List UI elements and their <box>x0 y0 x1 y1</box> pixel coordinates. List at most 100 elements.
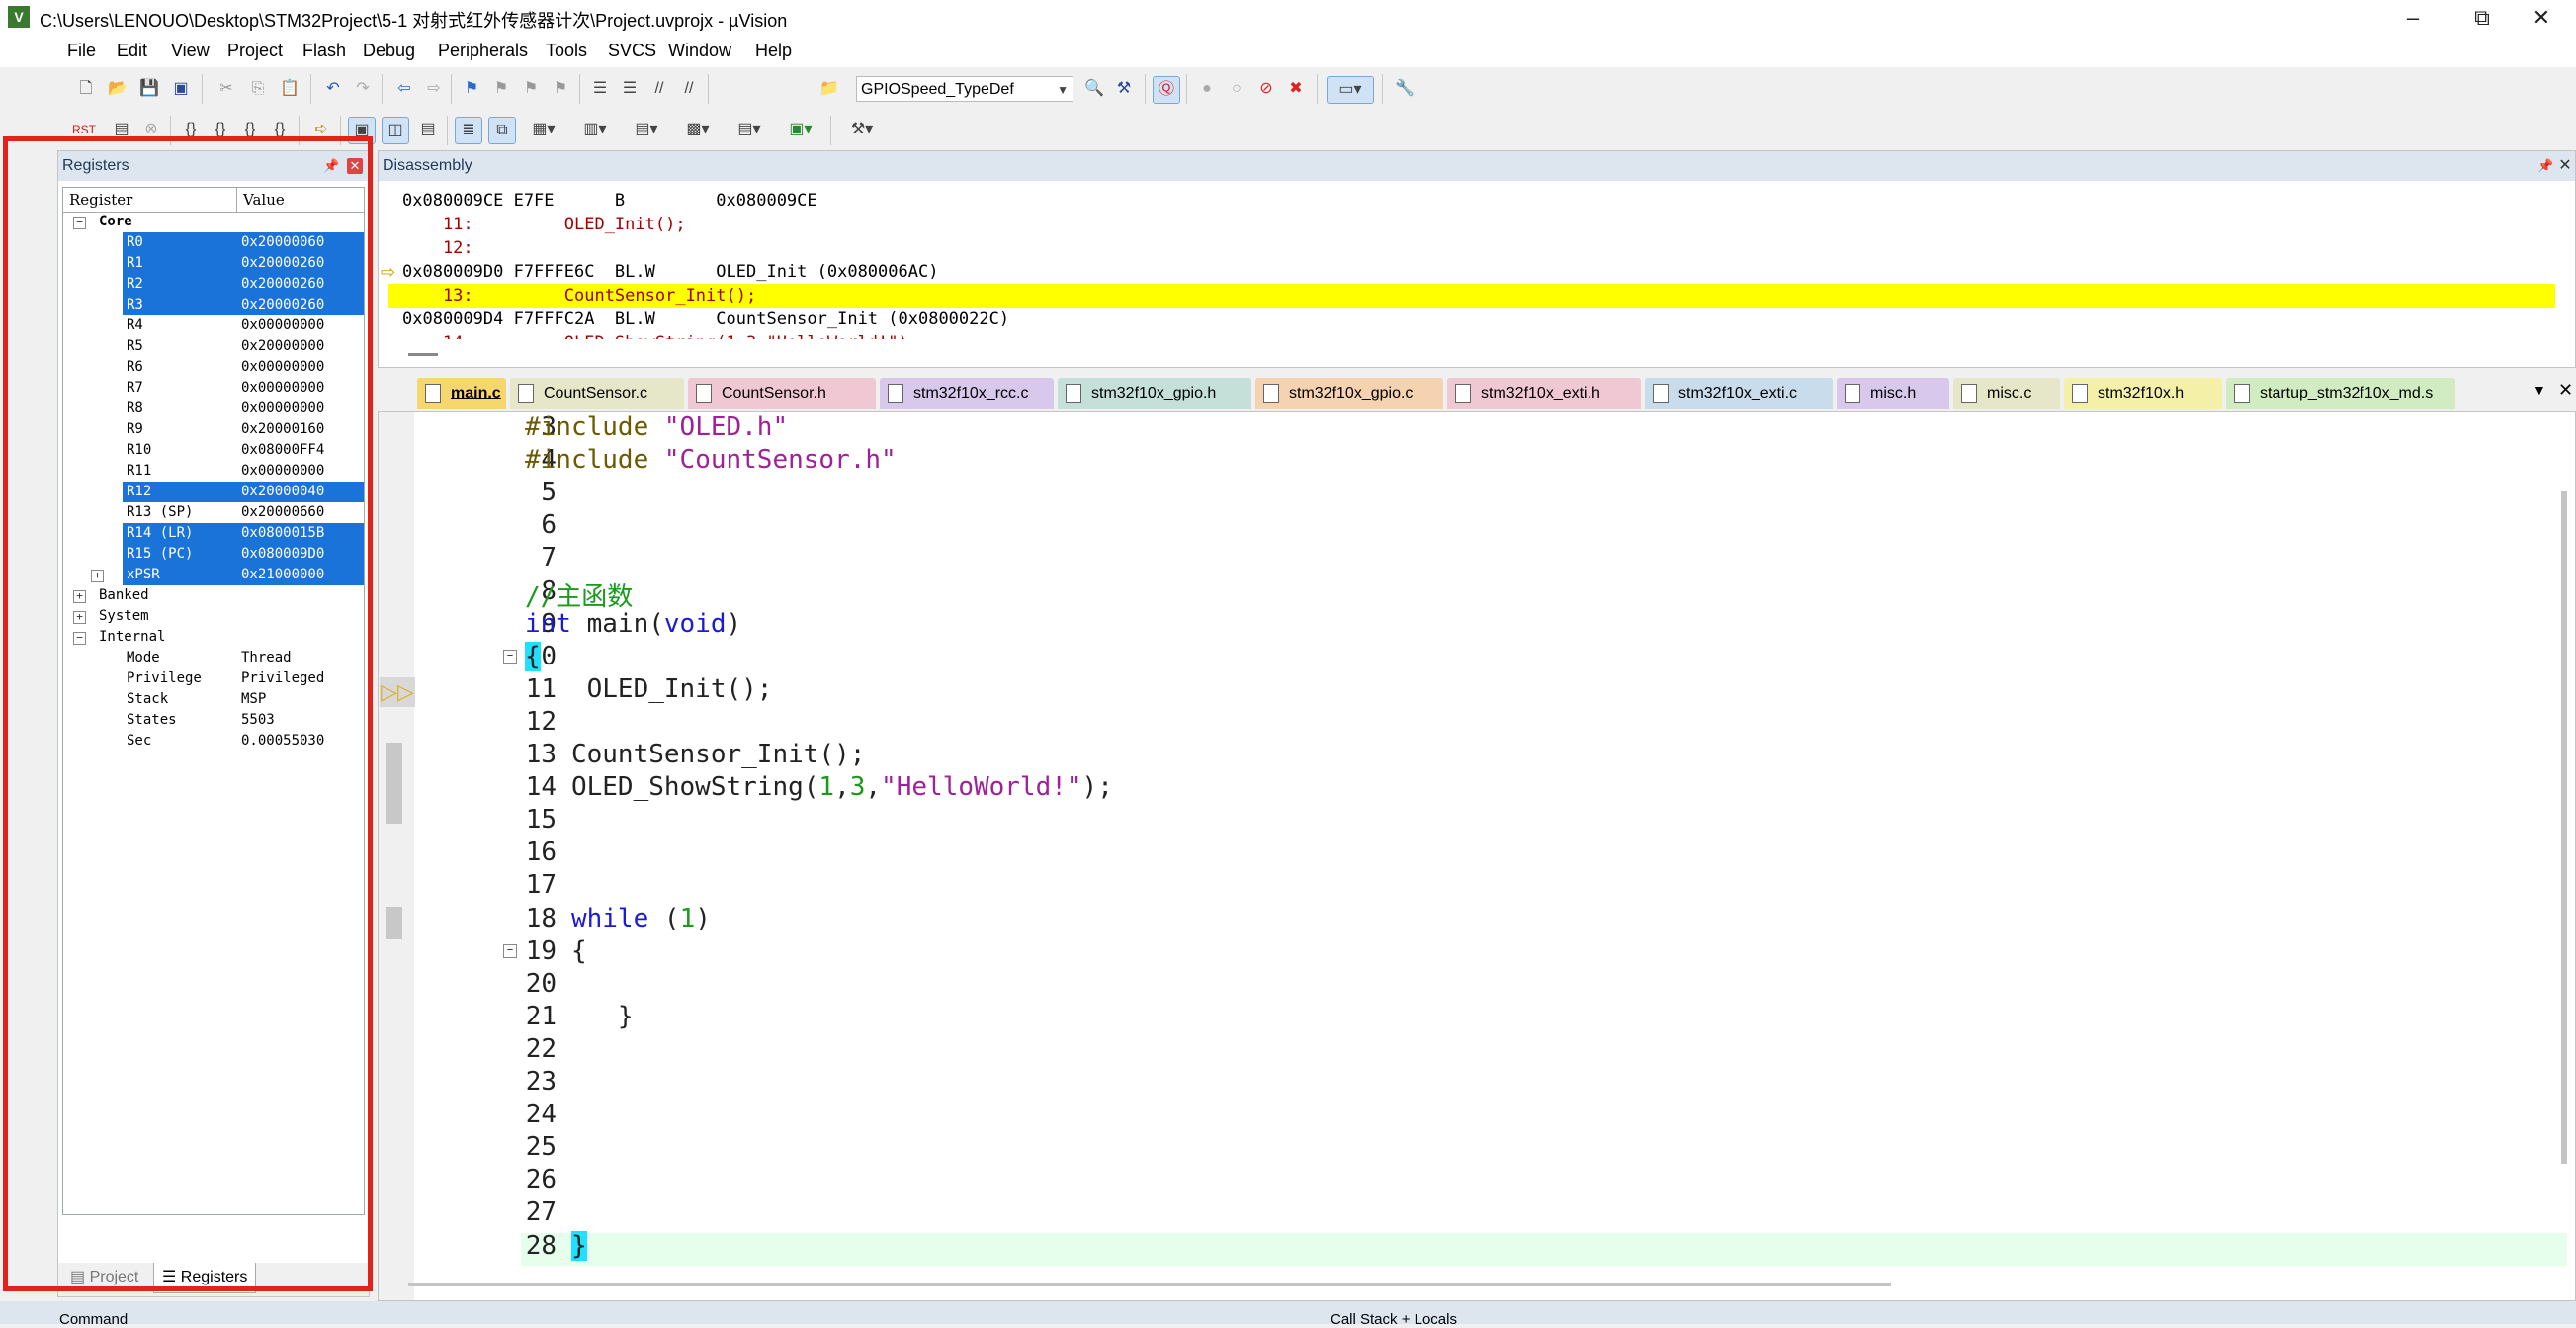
code-line[interactable]: OLED_ShowString(1,3,"HelloWorld!"); <box>525 772 1113 802</box>
disassembly-line[interactable]: 0x080009CE E7FE B 0x080009CE <box>402 189 817 213</box>
editor-tab[interactable]: CountSensor.h <box>688 378 876 409</box>
tab-project[interactable]: ▤ Project <box>62 1263 146 1292</box>
code-line[interactable]: { <box>525 641 541 671</box>
code-line[interactable]: { <box>525 936 587 966</box>
code-line[interactable]: } <box>525 1230 587 1261</box>
menu-peripherals[interactable]: Peripherals <box>438 41 528 61</box>
register-row[interactable]: R11 0x00000000 <box>63 461 364 482</box>
code-line[interactable]: #include "CountSensor.h" <box>525 445 897 475</box>
debug-session-icon[interactable]: Ⓠ <box>1153 76 1180 104</box>
register-value[interactable]: 0x00000000 <box>241 357 324 378</box>
command-panel-title[interactable]: Command <box>59 1311 128 1328</box>
step-over-icon[interactable]: {} <box>208 117 233 142</box>
prev-bookmark-icon[interactable]: ⚑ <box>488 76 514 102</box>
code-line[interactable]: int main(void) <box>525 609 741 639</box>
pin-icon[interactable]: 📌 <box>2537 157 2553 175</box>
trace-windows-icon[interactable]: ▤▾ <box>728 117 771 142</box>
collapse-icon[interactable]: − <box>73 217 86 229</box>
minimize-button[interactable]: – <box>2378 0 2447 36</box>
register-row[interactable]: R3 0x20000260 <box>63 295 364 315</box>
internal-row[interactable]: Privilege Privileged <box>63 668 364 689</box>
editor-tab[interactable]: misc.h <box>1837 378 1949 409</box>
register-row[interactable]: + xPSR 0x21000000 <box>63 565 364 585</box>
fold-icon[interactable]: − <box>503 944 517 958</box>
internal-row[interactable]: Stack MSP <box>63 689 364 710</box>
register-row[interactable]: R10 0x08000FF4 <box>63 440 364 461</box>
reset-icon[interactable]: RST <box>71 117 97 142</box>
disassembly-line[interactable]: 14: OLED_ShowString(1,3,"HelloWorld!"); <box>402 331 918 339</box>
register-value[interactable]: 0x20000260 <box>241 295 324 315</box>
editor-tab[interactable]: stm32f10x_rcc.c <box>880 378 1054 409</box>
register-value[interactable]: 0x20000160 <box>241 419 324 440</box>
internal-row[interactable]: Sec 0.00055030 <box>63 731 364 752</box>
close-button[interactable]: ✕ <box>2507 0 2576 36</box>
register-row[interactable]: R2 0x20000260 <box>63 274 364 295</box>
editor-tab[interactable]: main.c <box>417 378 506 409</box>
undo-icon[interactable]: ↶ <box>320 76 346 102</box>
copy-icon[interactable]: ⎘ <box>245 76 271 102</box>
menu-flash[interactable]: Flash <box>302 41 346 61</box>
navigate-back-icon[interactable]: ⇦ <box>391 76 417 102</box>
register-row[interactable]: R15 (PC) 0x080009D0 <box>63 544 364 565</box>
editor-tab[interactable]: startup_stm32f10x_md.s <box>2226 378 2455 409</box>
register-row[interactable]: R8 0x00000000 <box>63 398 364 419</box>
command-window-icon[interactable]: ▣ <box>348 117 376 144</box>
indent-icon[interactable]: ☰ <box>587 76 613 102</box>
editor-tab[interactable]: stm32f10x_gpio.c <box>1255 378 1443 409</box>
register-row[interactable]: R12 0x20000040 <box>63 482 364 502</box>
save-icon[interactable]: 💾 <box>136 76 162 102</box>
new-file-icon[interactable]: 🗋 <box>73 76 99 102</box>
configure-icon[interactable]: 🔧 <box>1392 76 1417 102</box>
tabs-dropdown-icon[interactable]: ▼ <box>2533 382 2546 398</box>
horizontal-scrollbar[interactable] <box>408 353 438 356</box>
expand-icon[interactable]: + <box>91 570 104 582</box>
watch-windows-icon[interactable]: ▦▾ <box>522 117 565 142</box>
show-next-statement-icon[interactable]: ➪ <box>308 117 334 142</box>
fold-icon[interactable]: − <box>503 650 517 664</box>
disassembly-line[interactable]: 0x080009D4 F7FFFC2A BL.W CountSensor_Ini… <box>402 308 1009 331</box>
step-out-icon[interactable]: {} <box>237 117 263 142</box>
expand-icon[interactable]: + <box>73 590 86 603</box>
code-line[interactable]: #include "OLED.h" <box>525 412 788 442</box>
editor-tab[interactable]: stm32f10x.h <box>2064 378 2222 409</box>
register-value[interactable]: 0x00000000 <box>241 315 324 336</box>
menu-debug[interactable]: Debug <box>363 41 415 61</box>
register-value[interactable]: 0x20000060 <box>241 232 324 253</box>
register-row[interactable]: R7 0x00000000 <box>63 378 364 398</box>
menu-view[interactable]: View <box>171 41 210 61</box>
code-line[interactable]: while (1) <box>525 904 711 933</box>
editor-tab[interactable]: misc.c <box>1953 378 2060 409</box>
unindent-icon[interactable]: ☰ <box>617 76 643 102</box>
paste-icon[interactable]: 📋 <box>277 76 302 102</box>
code-editor[interactable]: 3 #include "OLED.h" 4 #include "CountSensor… <box>378 411 2576 1301</box>
menu-window[interactable]: Window <box>668 41 731 61</box>
serial-windows-icon[interactable]: ▤▾ <box>625 117 668 142</box>
group-system[interactable]: + System <box>63 606 364 627</box>
expand-icon[interactable]: + <box>73 611 86 624</box>
bookmark-icon[interactable]: ⚑ <box>459 76 484 102</box>
call-stack-window-icon[interactable]: ⧉ <box>488 117 516 144</box>
register-value[interactable]: 0x00000000 <box>241 378 324 398</box>
save-all-icon[interactable]: ▣ <box>168 76 194 102</box>
register-value[interactable]: 0x080009D0 <box>241 544 324 565</box>
menu-help[interactable]: Help <box>755 41 792 61</box>
disassembly-line[interactable]: 12: <box>402 236 473 260</box>
menu-edit[interactable]: Edit <box>117 41 147 61</box>
disassembly-line[interactable]: 0x080009D0 F7FFFE6C BL.W OLED_Init (0x08… <box>402 260 938 284</box>
find-icon[interactable]: 🔍 <box>1081 76 1107 102</box>
editor-tab[interactable]: stm32f10x_gpio.h <box>1058 378 1251 409</box>
registers-window-icon[interactable]: ≣ <box>455 117 482 144</box>
group-internal[interactable]: − Internal <box>63 627 364 648</box>
symbols-window-icon[interactable]: ▤ <box>415 117 441 142</box>
tab-registers[interactable]: ☰ Registers <box>153 1263 257 1293</box>
pin-icon[interactable]: 📌 <box>323 157 339 175</box>
register-value[interactable]: 0x00000000 <box>241 461 324 482</box>
step-into-icon[interactable]: {} <box>178 117 204 142</box>
next-bookmark-icon[interactable]: ⚑ <box>518 76 544 102</box>
find-in-files-icon[interactable]: 📁 <box>816 76 842 102</box>
register-row[interactable]: R4 0x00000000 <box>63 315 364 336</box>
register-row[interactable]: R9 0x20000160 <box>63 419 364 440</box>
menu-file[interactable]: File <box>67 41 96 61</box>
internal-row[interactable]: States 5503 <box>63 710 364 731</box>
register-value[interactable]: 0x20000040 <box>241 482 324 502</box>
